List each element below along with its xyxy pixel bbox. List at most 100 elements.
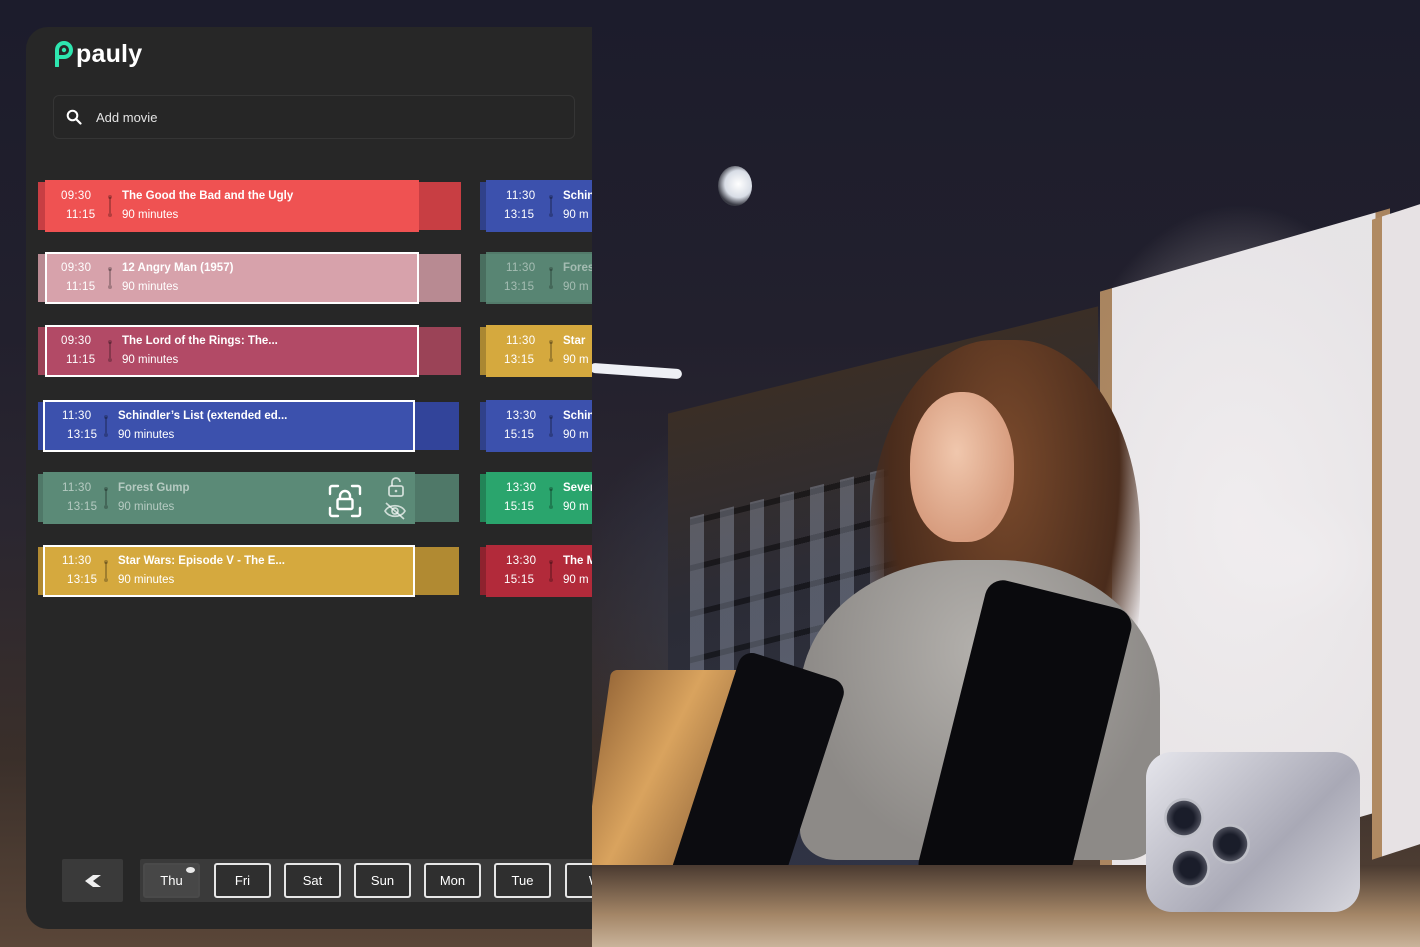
- day-label: W: [589, 873, 592, 888]
- timeline-dot: [549, 578, 553, 582]
- camera-lens: [1164, 798, 1204, 838]
- movie-title: Schin: [563, 410, 592, 422]
- day-tab-fri[interactable]: Fri: [214, 863, 271, 898]
- end-time: 11:15: [66, 209, 96, 221]
- end-time: 15:15: [504, 574, 535, 586]
- lock-focus-icon[interactable]: [327, 484, 363, 518]
- end-time: 13:15: [504, 209, 535, 221]
- ceiling-spotlight: [718, 166, 752, 206]
- end-time: 13:15: [504, 354, 535, 366]
- end-time: 13:15: [504, 281, 535, 293]
- timeline-line: [550, 562, 552, 578]
- movie-card[interactable]: 13:30 15:15 The M 90 m: [480, 545, 592, 597]
- timeline-line: [105, 489, 107, 505]
- day-tab-w[interactable]: W: [565, 863, 592, 898]
- app-logo[interactable]: pauly: [52, 37, 142, 71]
- camera-lens: [1170, 848, 1210, 888]
- movie-card-body[interactable]: 09:30 11:15 The Good the Bad and the Ugly 9…: [45, 180, 419, 232]
- timeline-dot: [108, 358, 112, 362]
- start-time: 09:30: [61, 262, 92, 274]
- day-label: Tue: [511, 873, 534, 888]
- movie-title: The Lord of the Rings: The...: [122, 335, 278, 347]
- timeline-dot: [108, 213, 112, 217]
- back-button[interactable]: [62, 859, 123, 902]
- timeline-line: [550, 269, 552, 285]
- movie-title: 12 Angry Man (1957): [122, 262, 234, 274]
- chevron-left-icon: [84, 874, 101, 887]
- start-time: 09:30: [61, 190, 92, 202]
- movie-card[interactable]: 13:30 15:15 Sever 90 m: [480, 472, 592, 524]
- timeline-dot: [549, 213, 553, 217]
- timeline-line: [109, 342, 111, 358]
- movie-duration: 90 minutes: [122, 281, 179, 293]
- start-time: 11:30: [62, 410, 92, 422]
- movie-duration: 90 minutes: [118, 429, 175, 441]
- day-tab-tue[interactable]: Tue: [494, 863, 551, 898]
- movie-card[interactable]: 11:30 13:15 Schindler’s List (extended ed.…: [26, 400, 466, 452]
- movie-card[interactable]: 11:30 13:15 Schin 90 m: [480, 180, 592, 232]
- movie-card[interactable]: 11:30 13:15 Star Wars: Episode V - The E..…: [26, 545, 466, 597]
- movie-card-body[interactable]: 09:30 11:15 12 Angry Man (1957) 90 minutes: [45, 252, 419, 304]
- unlock-icon[interactable]: [385, 476, 407, 498]
- timeline-dot: [104, 505, 108, 509]
- timeline-line: [109, 197, 111, 213]
- eye-off-icon[interactable]: [383, 502, 407, 520]
- timeline-dot: [108, 285, 112, 289]
- active-day-indicator: [186, 867, 195, 873]
- timeline-dot: [104, 433, 108, 437]
- search-icon: [66, 109, 82, 125]
- movie-card-body[interactable]: 09:30 11:15 The Lord of the Rings: The... 9…: [45, 325, 419, 377]
- start-time: 11:30: [62, 482, 92, 494]
- day-label: Sat: [302, 873, 323, 888]
- movie-card-body[interactable]: 13:30 15:15 Sever 90 m: [486, 472, 592, 524]
- movie-duration: 90 m: [563, 281, 589, 293]
- movie-title: Schin: [563, 190, 592, 202]
- day-tab-mon[interactable]: Mon: [424, 863, 481, 898]
- movie-card-body[interactable]: 11:30 13:15 Star Wars: Episode V - The E..…: [43, 545, 415, 597]
- add-movie-search[interactable]: [53, 95, 575, 139]
- movie-duration: 90 m: [563, 209, 589, 221]
- start-time: 11:30: [506, 190, 536, 202]
- timeline-line: [550, 197, 552, 213]
- movie-card-body[interactable]: 11:30 13:15 Schindler’s List (extended ed.…: [43, 400, 415, 452]
- day-tab-sat[interactable]: Sat: [284, 863, 341, 898]
- movie-title: Schindler’s List (extended ed...: [118, 410, 288, 422]
- end-time: 11:15: [66, 281, 96, 293]
- movie-title: Star: [563, 335, 586, 347]
- start-time: 13:30: [506, 410, 537, 422]
- movie-duration: 90 m: [563, 429, 589, 441]
- movie-card-body[interactable]: 11:30 13:15 Schin 90 m: [486, 180, 592, 232]
- smartphone-back: [1146, 752, 1360, 912]
- movie-card-body[interactable]: 13:30 15:15 Schin 90 m: [486, 400, 592, 452]
- timeline-line: [105, 417, 107, 433]
- timeline-dot: [104, 578, 108, 582]
- day-tab-sun[interactable]: Sun: [354, 863, 411, 898]
- timeline-line: [109, 269, 111, 285]
- start-time: 11:30: [506, 262, 536, 274]
- movie-card[interactable]: 09:30 11:15 12 Angry Man (1957) 90 minutes: [26, 252, 466, 304]
- movie-card-body[interactable]: 11:30 13:15 Forest Gump 90 minutes: [43, 472, 415, 524]
- start-time: 13:30: [506, 555, 537, 567]
- timeline-dot: [549, 285, 553, 289]
- movie-duration: 90 minutes: [118, 574, 175, 586]
- movie-card-body[interactable]: 11:30 13:15 Fores 90 m: [486, 252, 592, 304]
- movie-card[interactable]: 11:30 13:15 Star 90 m: [480, 325, 592, 377]
- day-tab-thu[interactable]: Thu: [143, 863, 200, 898]
- timeline-line: [550, 342, 552, 358]
- movie-card[interactable]: 11:30 13:15 Fores 90 m: [480, 252, 592, 304]
- timeline-dot: [549, 505, 553, 509]
- lightbox-display-edge: [1372, 200, 1420, 860]
- movie-card-body[interactable]: 13:30 15:15 The M 90 m: [486, 545, 592, 597]
- person-face: [910, 392, 1014, 542]
- day-label: Sun: [370, 873, 395, 888]
- end-time: 13:15: [67, 501, 98, 513]
- movie-duration: 90 m: [563, 574, 589, 586]
- movie-card[interactable]: 11:30 13:15 Forest Gump 90 minutes: [26, 472, 466, 524]
- movie-card[interactable]: 09:30 11:15 The Lord of the Rings: The... 9…: [26, 325, 466, 377]
- start-time: 11:30: [506, 335, 536, 347]
- movie-card-body[interactable]: 11:30 13:15 Star 90 m: [486, 325, 592, 377]
- movie-title: The Good the Bad and the Ugly: [122, 190, 294, 202]
- movie-card[interactable]: 09:30 11:15 The Good the Bad and the Ugly 9…: [26, 180, 466, 232]
- movie-card[interactable]: 13:30 15:15 Schin 90 m: [480, 400, 592, 452]
- add-movie-input[interactable]: [94, 108, 518, 126]
